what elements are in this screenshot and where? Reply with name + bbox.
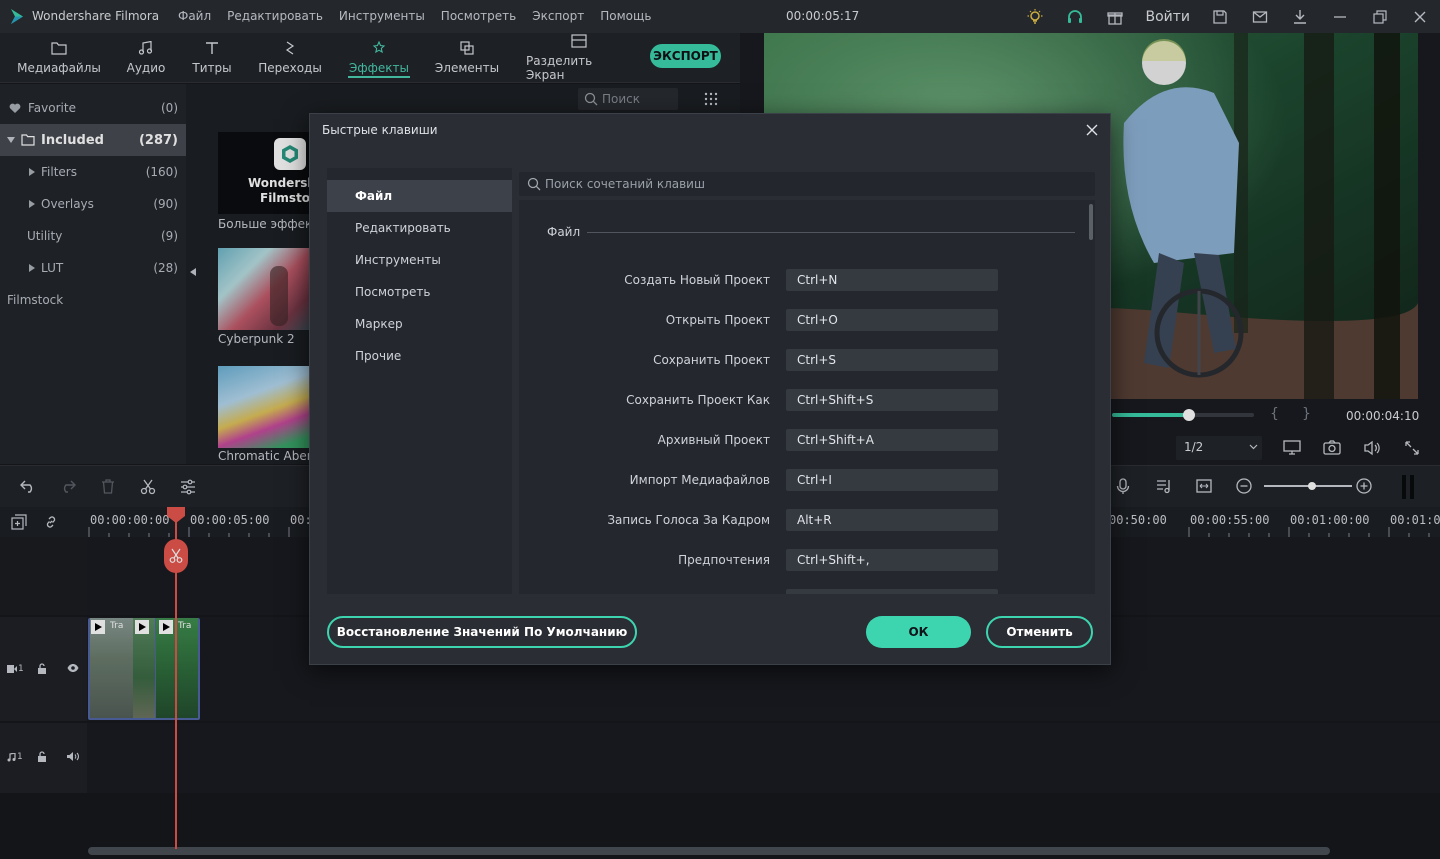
shortcut-list: Файл Создать Новый Проект Ctrl+N Открыть… [519, 200, 1095, 594]
shortcut-name: Архивный Проект [657, 433, 770, 447]
restore-defaults-button[interactable]: Восстановление Значений По Умолчанию [327, 616, 637, 648]
shortcut-row: Запись Голоса За Кадром Alt+R [519, 509, 1095, 531]
shortcut-key-field[interactable]: Ctrl+N [786, 269, 998, 291]
section-divider [587, 232, 1075, 233]
category-view[interactable]: Посмотреть [327, 276, 512, 308]
shortcut-key-field[interactable] [786, 589, 998, 594]
shortcut-name: Сохранить Проект Как [626, 393, 770, 407]
shortcut-search-input[interactable]: Поиск сочетаний клавиш [519, 172, 1095, 196]
category-other[interactable]: Прочие [327, 340, 512, 372]
shortcut-key-field[interactable]: Ctrl+I [786, 469, 998, 491]
shortcut-row-partial [519, 589, 1095, 594]
dialog-close-button[interactable] [1080, 120, 1104, 140]
shortcut-list-scrollbar[interactable] [1089, 204, 1093, 240]
shortcuts-dialog: Быстрые клавиши Файл Редактировать Инстр… [309, 113, 1111, 665]
shortcut-row: Открыть Проект Ctrl+O [519, 309, 1095, 331]
shortcut-name: Создать Новый Проект [624, 273, 770, 287]
shortcut-row: Импорт Медиафайлов Ctrl+I [519, 469, 1095, 491]
ok-button[interactable]: ОК [866, 616, 971, 648]
shortcut-row: Архивный Проект Ctrl+Shift+A [519, 429, 1095, 451]
shortcut-categories: Файл Редактировать Инструменты Посмотрет… [327, 168, 512, 594]
shortcut-row: Предпочтения Ctrl+Shift+, [519, 549, 1095, 571]
category-file[interactable]: Файл [327, 180, 512, 212]
shortcut-key-field[interactable]: Ctrl+Shift+, [786, 549, 998, 571]
shortcut-row: Сохранить Проект Как Ctrl+Shift+S [519, 389, 1095, 411]
category-marker[interactable]: Маркер [327, 308, 512, 340]
shortcut-name: Открыть Проект [665, 313, 770, 327]
shortcut-key-field[interactable]: Ctrl+O [786, 309, 998, 331]
shortcut-name: Предпочтения [678, 553, 770, 567]
shortcut-row: Сохранить Проект Ctrl+S [519, 349, 1095, 371]
shortcut-key-field[interactable]: Ctrl+S [786, 349, 998, 371]
shortcut-key-field[interactable]: Ctrl+Shift+A [786, 429, 998, 451]
search-icon [527, 177, 541, 191]
shortcut-row: Создать Новый Проект Ctrl+N [519, 269, 1095, 291]
shortcut-name: Импорт Медиафайлов [629, 473, 770, 487]
close-icon [1086, 124, 1098, 136]
shortcut-search-placeholder: Поиск сочетаний клавиш [545, 177, 705, 191]
category-tools[interactable]: Инструменты [327, 244, 512, 276]
section-title: Файл [547, 225, 581, 239]
shortcut-name: Сохранить Проект [653, 353, 770, 367]
cancel-button[interactable]: Отменить [986, 616, 1093, 648]
shortcut-name: Запись Голоса За Кадром [607, 513, 770, 527]
shortcut-key-field[interactable]: Ctrl+Shift+S [786, 389, 998, 411]
category-edit[interactable]: Редактировать [327, 212, 512, 244]
dialog-title: Быстрые клавиши [322, 123, 438, 137]
shortcut-key-field[interactable]: Alt+R [786, 509, 998, 531]
